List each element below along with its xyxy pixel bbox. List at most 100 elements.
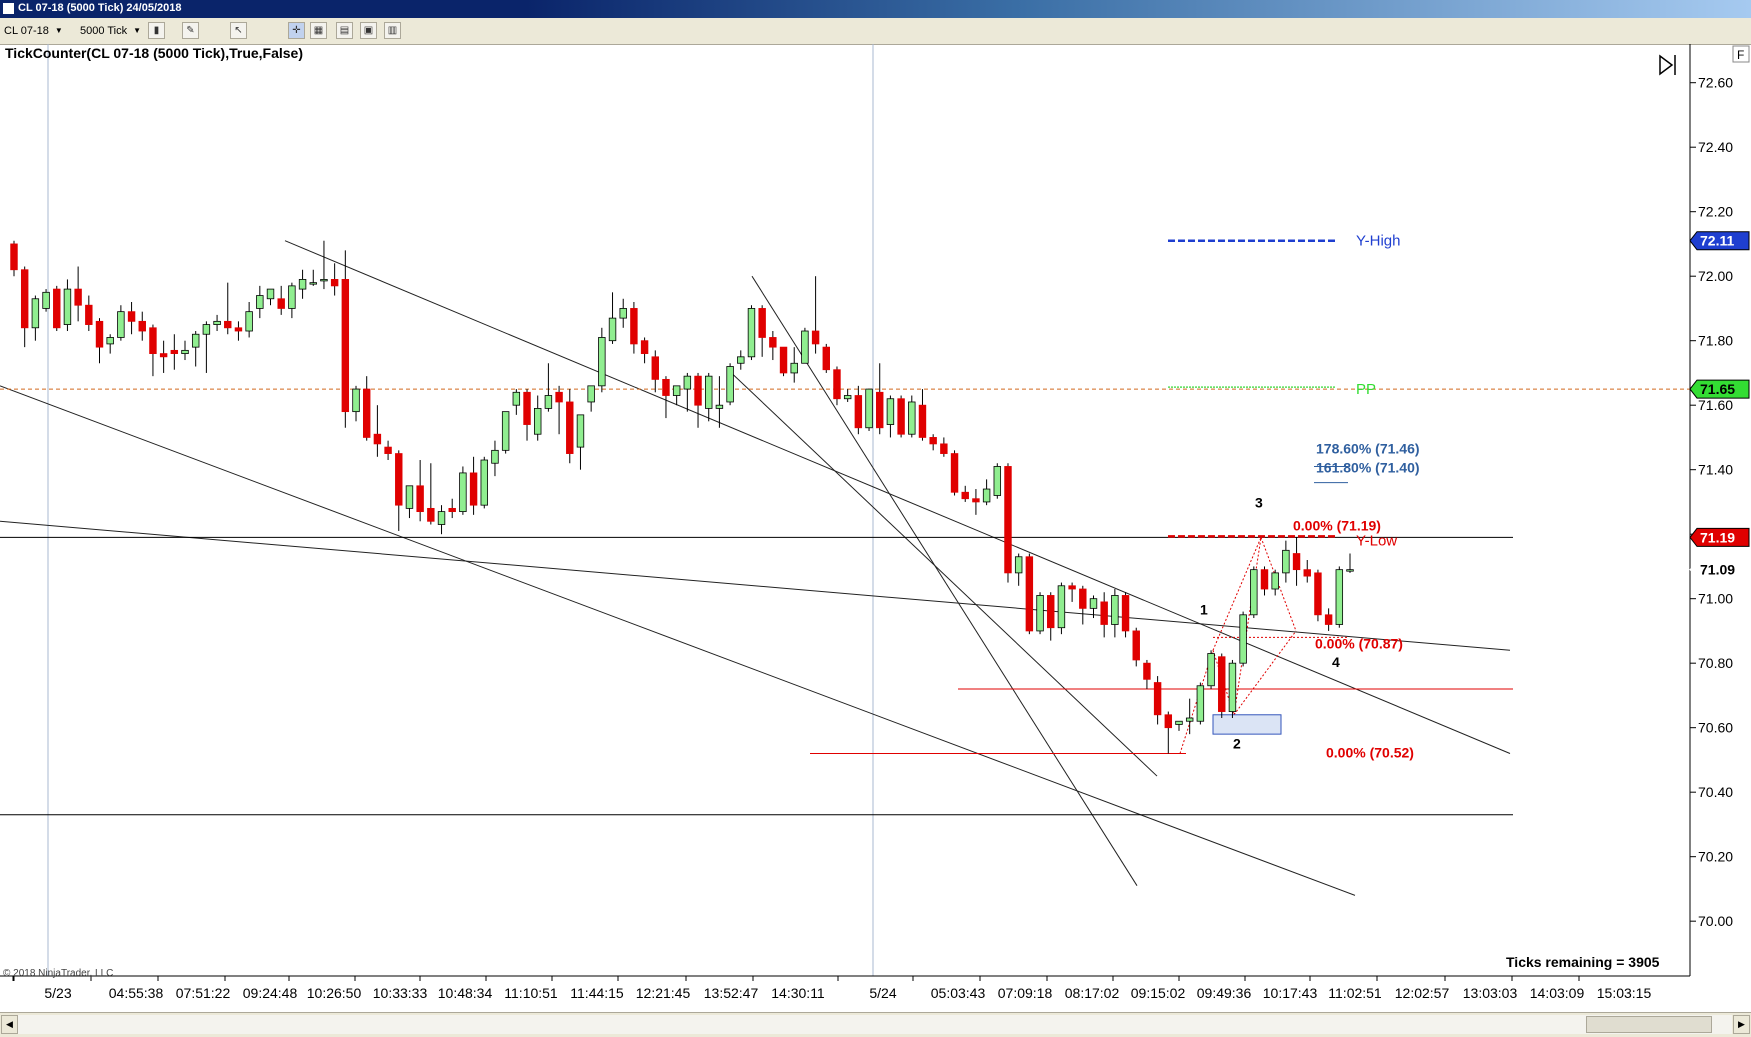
candle-body	[85, 304, 93, 325]
y-tick-label: 70.20	[1698, 849, 1733, 865]
price-marker-label: 71.19	[1700, 529, 1735, 545]
candle-body	[1143, 662, 1151, 680]
candle-body	[940, 443, 948, 454]
candle-body	[1025, 556, 1034, 632]
candle-body	[127, 311, 136, 322]
candle-body	[876, 391, 884, 429]
chart-lines	[0, 239, 1690, 896]
candle-body	[1047, 595, 1055, 629]
candle-body	[961, 491, 969, 500]
scroll-track[interactable]	[18, 1015, 1732, 1034]
candle-body	[224, 320, 232, 329]
candle-body	[213, 320, 221, 325]
candle-body	[822, 346, 831, 371]
candle-body	[320, 279, 328, 282]
x-tick-label: 12:02:57	[1395, 985, 1450, 1001]
trend-line	[0, 385, 1356, 896]
x-tick-label: 09:49:36	[1197, 985, 1252, 1001]
scroll-left-icon[interactable]: ◀	[1, 1015, 18, 1034]
price-marker-label: 72.11	[1700, 233, 1734, 249]
x-tick-label: 11:10:51	[504, 985, 558, 1001]
bar-type-icon[interactable]: ▮	[148, 22, 165, 39]
candle-body	[1121, 595, 1130, 632]
x-tick-label: 07:09:18	[998, 985, 1053, 1001]
candle-body	[555, 391, 563, 403]
candle-body	[1314, 572, 1322, 616]
candle-body	[31, 298, 40, 329]
y-tick-label: 70.60	[1698, 720, 1733, 736]
interval-selector[interactable]: 5000 Tick ▼	[80, 22, 141, 39]
candle-body	[726, 366, 734, 403]
candle-body	[1271, 572, 1279, 590]
candle-body	[469, 472, 478, 506]
x-tick-label: 05:03:43	[931, 985, 986, 1001]
chart-icon[interactable]: ▤	[336, 22, 353, 39]
app-icon	[3, 3, 14, 14]
x-tick-label: 04:55:38	[109, 985, 164, 1001]
fib-label: 161.80% (71.40)	[1316, 460, 1420, 476]
candle-body	[1282, 549, 1290, 574]
candle-body	[865, 388, 873, 429]
x-tick-label: 11:02:51	[1328, 985, 1382, 1001]
y-tick-label: 71.40	[1698, 462, 1733, 478]
candle-body	[694, 375, 702, 406]
y-tick-label: 70.80	[1698, 655, 1733, 671]
candle-body	[427, 507, 435, 522]
horizontal-scrollbar[interactable]: ◀ ▶	[0, 1012, 1751, 1037]
candle-body	[106, 337, 114, 345]
candle-body	[138, 320, 146, 332]
candle-body	[683, 375, 692, 390]
candle-body	[1239, 614, 1247, 664]
candle-body	[74, 288, 82, 306]
x-tick-label: 08:17:02	[1065, 985, 1120, 1001]
dropdown-icon: ▼	[54, 26, 63, 35]
candle-body	[1111, 595, 1119, 625]
candle-body	[747, 308, 756, 358]
window-titlebar: CL 07-18 (5000 Tick) 24/05/2018	[0, 0, 1751, 18]
candle-body	[1324, 614, 1333, 625]
x-tick-label: 14:03:09	[1530, 985, 1585, 1001]
candle-body	[159, 353, 168, 358]
window-icon[interactable]: ▣	[360, 22, 377, 39]
x-tick-label: 12:21:45	[636, 985, 691, 1001]
candle-body	[950, 453, 959, 493]
play-icon[interactable]	[1659, 54, 1676, 76]
crosshair-icon[interactable]: ✛	[288, 22, 305, 39]
properties-icon[interactable]: ▥	[384, 22, 401, 39]
y-tick-label: 72.40	[1698, 139, 1733, 155]
instrument-selector[interactable]: CL 07-18 ▼	[4, 22, 63, 39]
trend-line	[0, 520, 1511, 651]
candle-body	[576, 414, 585, 448]
x-tick-label: 10:26:50	[307, 985, 362, 1001]
candle-body	[886, 398, 895, 425]
pencil-icon[interactable]: ✎	[182, 22, 199, 39]
x-tick-label: 13:52:47	[704, 985, 759, 1001]
candle-body	[790, 362, 798, 374]
candle-body	[929, 437, 937, 445]
candle-body	[362, 388, 371, 438]
candle-body	[993, 466, 1002, 496]
scroll-thumb[interactable]	[1586, 1016, 1712, 1033]
pointer-icon[interactable]: ↖	[230, 22, 247, 39]
f-icon[interactable]: F	[1732, 45, 1750, 63]
y-tick-label: 70.40	[1698, 784, 1733, 800]
grid-icon[interactable]: ▦	[310, 22, 327, 39]
candle-body	[234, 327, 243, 332]
candle-body	[191, 333, 200, 348]
candle-body	[117, 311, 125, 338]
candle-body	[1004, 466, 1012, 574]
y-tick-label: 72.60	[1698, 75, 1733, 91]
price-chart[interactable]: Y-High Y-Low PP 178.60% (71.46) 161.80% (71.…	[0, 44, 1751, 1012]
candle-body	[512, 391, 521, 406]
scroll-right-icon[interactable]: ▶	[1733, 1015, 1750, 1034]
y-low-label: Y-Low	[1356, 532, 1397, 549]
chart-title: TickCounter(CL 07-18 (5000 Tick),True,Fa…	[5, 45, 303, 61]
candle-body	[630, 308, 638, 345]
candle-body	[437, 511, 446, 525]
candle-body	[459, 472, 467, 513]
wave-label: 4	[1332, 654, 1340, 670]
candle-body	[1100, 601, 1108, 625]
candle-body	[53, 288, 61, 329]
candle-body	[1303, 569, 1311, 577]
candle-body	[298, 279, 307, 290]
